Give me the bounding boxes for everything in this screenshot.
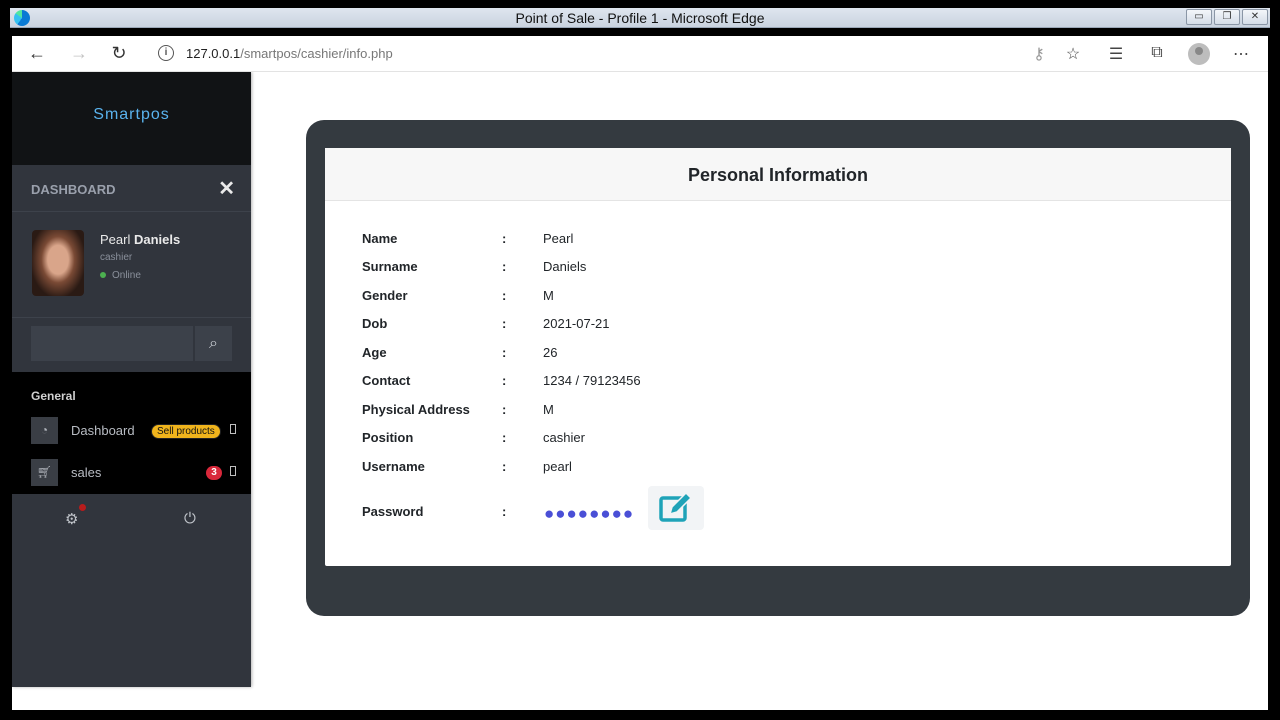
sidebar-item-dashboard[interactable]: ◔ Dashboard Sell products — [31, 417, 246, 445]
search-input[interactable] — [31, 326, 193, 361]
info-value: M — [543, 402, 554, 417]
gauge-icon: ◔ — [31, 417, 58, 444]
sales-count-badge: 3 — [206, 466, 222, 480]
sidebar-item-label: Dashboard — [71, 423, 135, 438]
sidebar-item-sales[interactable]: 🛒︎ sales 3 — [31, 459, 246, 487]
sidebar-header: DASHBOARD ✕ — [12, 165, 251, 212]
cart-icon: 🛒︎ — [31, 459, 58, 486]
info-separator: : — [502, 316, 507, 331]
sidebar: Smartpos DASHBOARD ✕ Pearl Daniels cashi… — [12, 72, 251, 687]
window-controls: ▭ ❐ ✕ — [1186, 9, 1268, 25]
info-separator: : — [502, 459, 507, 474]
browser-window: Point of Sale - Profile 1 - Microsoft Ed… — [0, 0, 1280, 720]
personal-info-card: Personal Information Name : Pearl Surnam… — [325, 148, 1231, 566]
info-label: Contact — [362, 373, 411, 388]
online-dot-icon — [100, 272, 106, 279]
info-label: Age — [362, 345, 387, 360]
site-info-icon[interactable]: i — [158, 45, 174, 61]
minimize-button[interactable]: ▭ — [1186, 9, 1212, 25]
sidebar-menu: General ◔ Dashboard Sell products 🛒︎ sal… — [12, 372, 251, 494]
password-masked: ●●●●●●●● — [544, 504, 635, 523]
title-bar: Point of Sale - Profile 1 - Microsoft Ed… — [10, 8, 1270, 28]
power-icon[interactable]: ⏻ — [184, 510, 196, 527]
info-label: Dob — [362, 316, 388, 331]
card-title: Personal Information — [325, 148, 1231, 201]
restore-button[interactable]: ❐ — [1214, 9, 1240, 25]
edit-password-button[interactable] — [648, 486, 704, 530]
info-label: Name — [362, 231, 398, 246]
info-value: Daniels — [543, 259, 587, 274]
user-last-name: Daniels — [133, 232, 181, 247]
info-label: Password — [362, 504, 424, 519]
search-icon[interactable]: ⌕ — [195, 326, 232, 361]
info-value: pearl — [543, 459, 572, 474]
info-value: 1234 / 79123456 — [543, 373, 641, 388]
key-icon[interactable]: ⚷ — [1028, 44, 1050, 64]
info-value: cashier — [543, 430, 585, 445]
sidebar-search: ⌕ — [12, 318, 251, 372]
user-panel: Pearl Daniels cashier Online — [12, 212, 251, 318]
favorite-add-icon[interactable]: ☆ — [1062, 44, 1084, 64]
user-status: Online — [100, 270, 141, 281]
sell-products-badge: Sell products — [151, 424, 221, 439]
info-label: Surname — [362, 259, 418, 274]
info-label: Username — [362, 459, 425, 474]
notification-dot-icon — [79, 504, 86, 511]
info-separator: : — [502, 402, 507, 417]
info-separator: : — [502, 259, 507, 274]
info-separator: : — [502, 288, 507, 303]
info-label: Gender — [362, 288, 408, 303]
address-bar: ← → ↻ i 127.0.0.1/smartpos/cashier/info.… — [12, 36, 1268, 72]
close-window-button[interactable]: ✕ — [1242, 9, 1268, 25]
collections-icon[interactable]: ⧉ — [1146, 44, 1168, 62]
user-name: Pearl Daniels — [100, 232, 180, 247]
refresh-icon[interactable]: ↻ — [108, 43, 130, 64]
url-field[interactable]: 127.0.0.1/smartpos/cashier/info.php — [186, 46, 393, 61]
more-icon[interactable]: ⋯ — [1230, 44, 1252, 64]
sidebar-item-label: sales — [71, 465, 102, 480]
settings-gear-icon[interactable]: ⚙ — [65, 510, 78, 528]
url-path: /smartpos/cashier/info.php — [240, 46, 393, 61]
menu-group-label: General — [31, 389, 76, 403]
url-host: 127.0.0.1 — [186, 46, 241, 61]
profile-avatar-icon[interactable] — [1188, 43, 1210, 65]
page-viewport: Smartpos DASHBOARD ✕ Pearl Daniels cashi… — [12, 72, 1268, 710]
forward-icon[interactable]: → — [68, 43, 90, 64]
caret-icon — [230, 424, 236, 434]
info-label: Position — [362, 430, 414, 445]
info-separator: : — [502, 231, 507, 246]
close-icon[interactable]: ✕ — [218, 176, 235, 201]
favorites-icon[interactable]: ☰ — [1105, 44, 1127, 64]
back-icon[interactable]: ← — [26, 43, 48, 64]
info-label: Physical Address — [362, 402, 470, 417]
dashboard-label: DASHBOARD — [31, 182, 116, 197]
window-title: Point of Sale - Profile 1 - Microsoft Ed… — [515, 10, 765, 26]
info-separator: : — [502, 430, 507, 445]
info-value: M — [543, 288, 554, 303]
user-first-name: Pearl — [100, 232, 131, 247]
brand-logo[interactable]: Smartpos — [12, 72, 251, 165]
profile-container: Personal Information Name : Pearl Surnam… — [306, 120, 1250, 616]
avatar — [32, 230, 84, 296]
info-separator: : — [502, 373, 507, 388]
info-value: 26 — [543, 345, 558, 360]
info-separator: : — [502, 345, 507, 360]
user-status-label: Online — [112, 270, 141, 281]
caret-icon — [230, 466, 236, 476]
edit-icon — [659, 491, 693, 522]
user-role: cashier — [100, 252, 133, 263]
info-value: 2021-07-21 — [543, 316, 610, 331]
info-value: Pearl — [543, 231, 574, 246]
info-separator: : — [502, 504, 507, 519]
